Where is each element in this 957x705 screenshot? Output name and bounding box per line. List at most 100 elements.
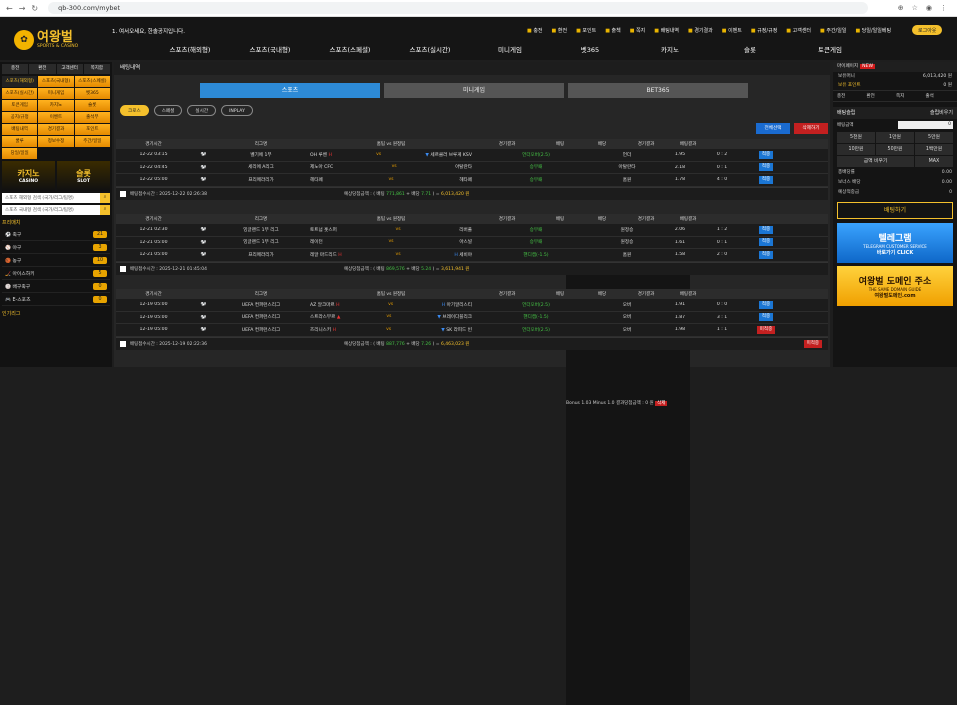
profile-icon[interactable]: ◉ — [926, 4, 932, 12]
sidebar-menu-item[interactable]: 주간/일일 — [74, 136, 110, 147]
sidebar-quick-button[interactable]: 쪽지함 — [83, 64, 110, 74]
tab-bet365[interactable]: BET365 — [568, 83, 748, 98]
sidebar-menu-item[interactable]: 미니게임 — [38, 88, 74, 99]
top-link[interactable]: 이벤트 — [722, 27, 742, 34]
top-link[interactable]: 배팅내역 — [654, 27, 679, 34]
main-nav-item[interactable]: 스포츠(국내형) — [230, 44, 310, 54]
top-link[interactable]: 규정/규정 — [751, 27, 777, 34]
filter-special[interactable]: 스페셜 — [153, 105, 183, 116]
sidebar-menu-item[interactable]: 공지/규정 — [2, 112, 38, 123]
filter-live[interactable]: 실시간 — [187, 105, 217, 116]
top-link[interactable]: 포인트 — [576, 27, 596, 34]
main-nav-item[interactable]: 스포츠(스페셜) — [310, 44, 390, 54]
domain-banner[interactable]: 여왕벌 도메인 주소 THE SAME DOMAIN GUIDE 여왕벌도메인.… — [837, 266, 953, 306]
address-bar[interactable]: qb-300.com/mybet — [48, 2, 869, 14]
sidebar-menu-item[interactable]: 스포츠(해외형) — [2, 76, 38, 87]
tab-minigame[interactable]: 미니게임 — [384, 83, 564, 98]
sidebar-menu-item[interactable]: 배팅내역 — [2, 124, 38, 135]
main-nav-item[interactable]: 카지노 — [630, 44, 710, 54]
amount-button[interactable]: 금액 비우기 — [837, 156, 914, 167]
select-checkbox[interactable] — [120, 190, 126, 197]
logout-button[interactable]: 로그아웃 — [912, 25, 943, 35]
clear-slip-button[interactable]: 슬립비우기 — [930, 107, 953, 119]
amount-button[interactable]: MAX — [915, 156, 953, 167]
soccer-icon: ⚽ — [200, 252, 207, 258]
amount-button[interactable]: 1백만원 — [915, 144, 953, 155]
delete-badge[interactable]: 삭제 — [655, 400, 668, 406]
sidebar-menu-item[interactable]: 출석부 — [74, 112, 110, 123]
select-checkbox[interactable] — [120, 265, 126, 272]
sidebar-quick-button[interactable]: 고객센터 — [56, 64, 83, 74]
zoom-icon[interactable]: ⊕ — [898, 4, 904, 12]
place-bet-button[interactable]: 배팅하기 — [837, 202, 953, 219]
telegram-banner[interactable]: 텔레그램 TELEGRAM CUSTOMER SERVICE 바로가기 CLIC… — [837, 223, 953, 263]
search-icon[interactable]: ⌕ — [100, 193, 110, 203]
away-mark: H — [441, 302, 446, 308]
site-logo[interactable]: ✿ 여왕벌 SPORTS & CASINO — [14, 26, 86, 54]
sidebar-menu-item[interactable]: 쿨루 — [2, 136, 38, 147]
sport-item[interactable]: ⚽ 축구 21 — [2, 228, 110, 241]
right-quick-link[interactable]: 쪽지 — [896, 93, 924, 99]
menu-icon[interactable]: ⋮ — [940, 4, 947, 12]
amount-button[interactable]: 5천원 — [837, 132, 875, 143]
header-cell: 배팅결과 — [679, 142, 697, 147]
back-icon[interactable]: ← — [6, 4, 13, 13]
sidebar-menu-item[interactable]: 벳365 — [74, 88, 110, 99]
filter-cross[interactable]: 크로스 — [120, 105, 149, 116]
main-nav-item[interactable]: 토큰게임 — [790, 44, 870, 54]
search-input-domestic[interactable]: 스포츠 국내형 검색 (국가/리그/팀명) ⌕ — [2, 205, 110, 215]
forward-icon[interactable]: → — [19, 4, 26, 13]
slot-banner[interactable]: 슬롯 SLOT — [57, 161, 110, 191]
delete-button[interactable]: 삭제하기 — [794, 123, 828, 134]
sidebar-menu-item[interactable]: 토큰게임 — [2, 100, 38, 111]
top-link[interactable]: 쪽지 — [630, 27, 645, 34]
amount-button[interactable]: 5만원 — [915, 132, 953, 143]
sidebar-menu-item[interactable]: 스포츠(스페셜) — [74, 76, 110, 87]
sport-item[interactable]: 🏀 농구 10 — [2, 254, 110, 267]
sport-item[interactable]: 🏒 아이스하키 5 — [2, 267, 110, 280]
main-nav-item[interactable]: 벳365 — [550, 44, 630, 54]
tab-sports[interactable]: 스포츠 — [200, 83, 380, 98]
sidebar-quick-button[interactable]: 충전 — [2, 64, 29, 74]
sport-item[interactable]: 🏐 배구축구 0 — [2, 280, 110, 293]
filter-inplay[interactable]: INPLAY — [221, 105, 253, 116]
sidebar-menu-item[interactable]: 경기결과 — [38, 124, 74, 135]
sidebar-quick-button[interactable]: 환전 — [29, 64, 56, 74]
main-nav-item[interactable]: 미니게임 — [470, 44, 550, 54]
top-link[interactable]: 경기결과 — [688, 27, 712, 34]
main-nav-item[interactable]: 스포츠(해외형) — [150, 44, 230, 54]
main-nav-item[interactable]: 슬롯 — [710, 44, 790, 54]
search-icon[interactable]: ⌕ — [100, 205, 110, 215]
sidebar-menu-item[interactable]: 정보수정 — [38, 136, 74, 147]
top-link[interactable]: 충전 — [527, 27, 542, 34]
sport-item[interactable]: 🎮 E-스포츠 0 — [2, 293, 110, 306]
top-link[interactable]: 출첵 — [605, 27, 621, 34]
top-link[interactable]: 당일/일일베팅 — [855, 27, 891, 34]
reload-icon[interactable]: ↻ — [31, 4, 38, 13]
sidebar-menu-item[interactable]: 스포츠(실시간) — [2, 88, 38, 99]
sidebar-menu-item[interactable]: 카지노 — [38, 100, 74, 111]
amount-button[interactable]: 10만원 — [837, 144, 875, 155]
amount-button[interactable]: 50만원 — [876, 144, 914, 155]
casino-banner[interactable]: 카지노 CASINO — [2, 161, 55, 191]
search-input-overseas[interactable]: 스포츠 해외형 검색 (국가/리그/팀명) ⌕ — [2, 193, 110, 203]
top-link[interactable]: 환전 — [552, 27, 567, 34]
right-quick-link[interactable]: 출석 — [926, 93, 954, 99]
sidebar-menu-item[interactable]: 당일/일일 — [2, 148, 38, 159]
away-mark: H — [454, 252, 458, 258]
sidebar-menu-item[interactable]: 이벤트 — [38, 112, 74, 123]
select-all-button[interactable]: 전체선택 — [756, 123, 790, 134]
amount-button[interactable]: 1만원 — [876, 132, 914, 143]
bet-amount-input[interactable]: 0 — [898, 121, 953, 129]
sport-item[interactable]: ⚾ 야구 3 — [2, 241, 110, 254]
sidebar-menu-item[interactable]: 슬롯 — [74, 100, 110, 111]
top-link[interactable]: 고객센터 — [786, 27, 811, 34]
star-icon[interactable]: ☆ — [912, 4, 918, 12]
right-quick-link[interactable]: 충전 — [837, 93, 865, 99]
sidebar-menu-item[interactable]: 스포츠(국내형) — [38, 76, 74, 87]
top-link[interactable]: 주간/일일 — [820, 27, 846, 34]
select-checkbox[interactable] — [120, 340, 126, 347]
sidebar-menu-item[interactable]: 포인트 — [74, 124, 110, 135]
main-nav-item[interactable]: 스포츠(실시간) — [390, 44, 470, 54]
right-quick-link[interactable]: 환전 — [867, 93, 895, 99]
